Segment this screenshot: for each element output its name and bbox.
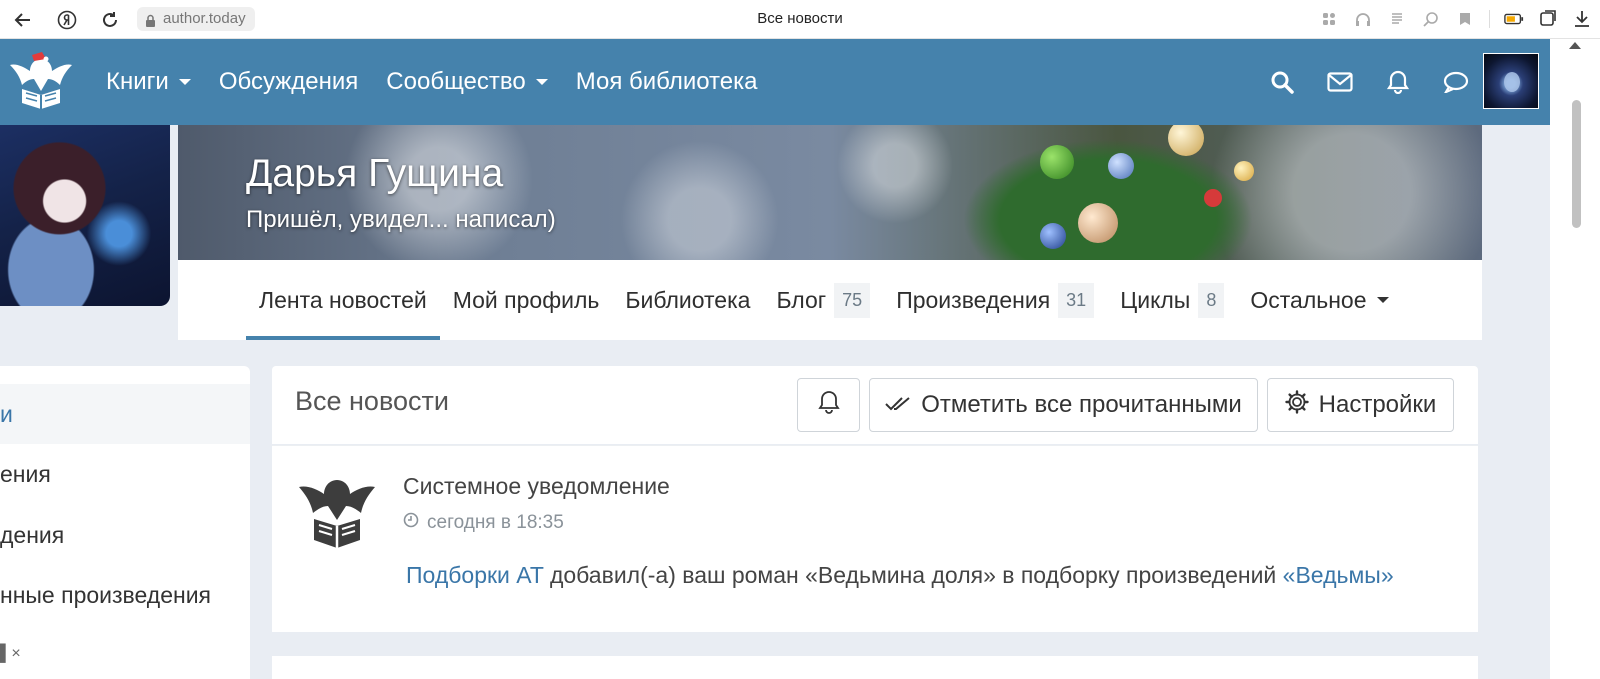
notification-author[interactable]: Системное уведомление xyxy=(403,473,670,500)
sidebar-item-label: ения xyxy=(0,460,51,487)
mark-all-read-button[interactable]: Отметить все прочитанными xyxy=(869,378,1258,432)
scrollbar-thumb[interactable] xyxy=(1572,100,1581,228)
tab-label: Произведения xyxy=(896,286,1051,313)
tab-works[interactable]: Произведения 31 xyxy=(883,260,1107,340)
tab-my-profile[interactable]: Мой профиль xyxy=(440,260,613,340)
site-logo-icon[interactable] xyxy=(6,51,76,111)
witches-link[interactable]: «Ведьмы» xyxy=(1283,562,1394,588)
caret-down-icon xyxy=(1376,297,1389,303)
double-check-icon xyxy=(885,391,911,419)
profile-status: Пришёл, увидел... написал) xyxy=(246,206,556,233)
reload-icon[interactable] xyxy=(98,8,122,32)
mark-all-read-label: Отметить все прочитанными xyxy=(921,391,1242,418)
extensions-icon[interactable] xyxy=(1319,9,1339,29)
address-bar[interactable]: author.today xyxy=(137,7,255,31)
site-navbar: Книги Обсуждения Сообщество Моя библиоте… xyxy=(0,39,1550,125)
system-logo-icon xyxy=(296,474,378,552)
time-text: сегодня в 18:35 xyxy=(427,512,564,533)
search-icon[interactable] xyxy=(1268,68,1296,96)
mail-icon[interactable] xyxy=(1326,68,1354,96)
headphones-icon[interactable] xyxy=(1353,9,1373,29)
clock-icon xyxy=(403,512,419,534)
menu-community-label: Сообщество xyxy=(386,68,526,95)
bookmark-icon[interactable] xyxy=(1455,9,1475,29)
download-icon[interactable] xyxy=(1572,9,1592,29)
menu-my-library[interactable]: Моя библиотека xyxy=(576,68,758,96)
sidebar-item-4[interactable]: нные произведения xyxy=(0,565,250,625)
notification-message: Подборки AT добавил(-а) ваш роман «Ведьм… xyxy=(406,562,1394,589)
bell-icon[interactable] xyxy=(1384,68,1412,96)
yandex-icon[interactable] xyxy=(55,8,79,32)
ornament xyxy=(1040,223,1066,249)
settings-label: Настройки xyxy=(1318,391,1437,418)
notification-time: сегодня в 18:35 xyxy=(403,512,564,534)
sidebar-item-3[interactable]: дения xyxy=(0,505,250,565)
profile-name: Дарья Гущина xyxy=(246,152,504,195)
avatar-face xyxy=(1504,72,1520,92)
lens-icon[interactable] xyxy=(1421,9,1441,29)
tab-label: Блог xyxy=(776,286,827,313)
tab-count-badge: 8 xyxy=(1198,282,1225,318)
tab-news-feed[interactable]: Лента новостей xyxy=(246,260,440,340)
sidebar-item-label: и xyxy=(0,400,13,427)
sidebar-item-news[interactable]: и xyxy=(0,384,250,444)
menu-books-label: Книги xyxy=(106,68,169,95)
sidebar-item-label: нные произведения xyxy=(0,581,212,608)
gear-icon xyxy=(1284,389,1309,421)
tab-library[interactable]: Библиотека xyxy=(612,260,763,340)
tab-series[interactable]: Циклы 8 xyxy=(1107,260,1237,340)
navbar-icons xyxy=(1268,39,1470,125)
url-text: author.today xyxy=(163,10,246,27)
sidebar-item-2[interactable]: ения xyxy=(0,444,250,504)
menu-my-library-label: Моя библиотека xyxy=(575,68,758,95)
main-menu: Книги Обсуждения Сообщество Моя библиоте… xyxy=(106,39,786,125)
message-text: добавил(-а) ваш роман «Ведьмина доля» в … xyxy=(543,562,1283,588)
profile-avatar[interactable] xyxy=(0,125,170,306)
browser-tools xyxy=(1319,7,1592,31)
back-icon[interactable] xyxy=(11,8,35,32)
tab-label: Остальное xyxy=(1250,286,1367,313)
tab-count-badge: 75 xyxy=(834,282,871,318)
sidebar-extra[interactable]: ▌× xyxy=(0,645,21,663)
tab-label: Циклы xyxy=(1120,286,1191,313)
menu-discussions[interactable]: Обсуждения xyxy=(219,68,358,96)
ornament xyxy=(1204,189,1222,207)
sidebar-item-label: дения xyxy=(0,521,65,548)
reader-icon[interactable] xyxy=(1387,9,1407,29)
ornament xyxy=(1234,161,1254,181)
ornament xyxy=(1078,203,1118,243)
caret-down-icon xyxy=(178,79,191,85)
scroll-up-arrow-icon[interactable] xyxy=(1569,42,1581,49)
settings-button[interactable]: Настройки xyxy=(1267,378,1454,432)
ornament xyxy=(1040,145,1074,179)
tab-blog[interactable]: Блог 75 xyxy=(763,260,883,340)
next-news-item xyxy=(272,656,1478,679)
battery-icon[interactable] xyxy=(1504,9,1524,29)
collections-icon[interactable] xyxy=(1538,9,1558,29)
tab-label: Библиотека xyxy=(625,286,751,313)
caret-down-icon xyxy=(535,79,548,85)
chat-icon[interactable] xyxy=(1442,68,1470,96)
collection-link[interactable]: Подборки AT xyxy=(406,562,544,588)
user-avatar[interactable] xyxy=(1483,53,1539,109)
subscribe-button[interactable] xyxy=(797,378,860,432)
tab-label: Лента новостей xyxy=(259,286,427,313)
left-sidebar: и ения дения нные произведения xyxy=(0,366,250,679)
bell-icon xyxy=(817,390,840,421)
profile-tabs: Лента новостей Мой профиль Библиотека Бл… xyxy=(246,260,1402,340)
news-title: Все новости xyxy=(295,386,449,416)
browser-toolbar: author.today Все новости xyxy=(0,0,1600,39)
tab-other[interactable]: Остальное xyxy=(1237,260,1401,340)
toolbar-separator xyxy=(1489,10,1490,28)
menu-discussions-label: Обсуждения xyxy=(218,68,359,95)
tab-label: Мой профиль xyxy=(452,286,600,313)
lock-icon xyxy=(145,12,156,36)
menu-community[interactable]: Сообщество xyxy=(386,68,548,96)
menu-books[interactable]: Книги xyxy=(106,68,191,96)
tab-count-badge: 31 xyxy=(1058,282,1095,318)
ornament xyxy=(1108,153,1134,179)
